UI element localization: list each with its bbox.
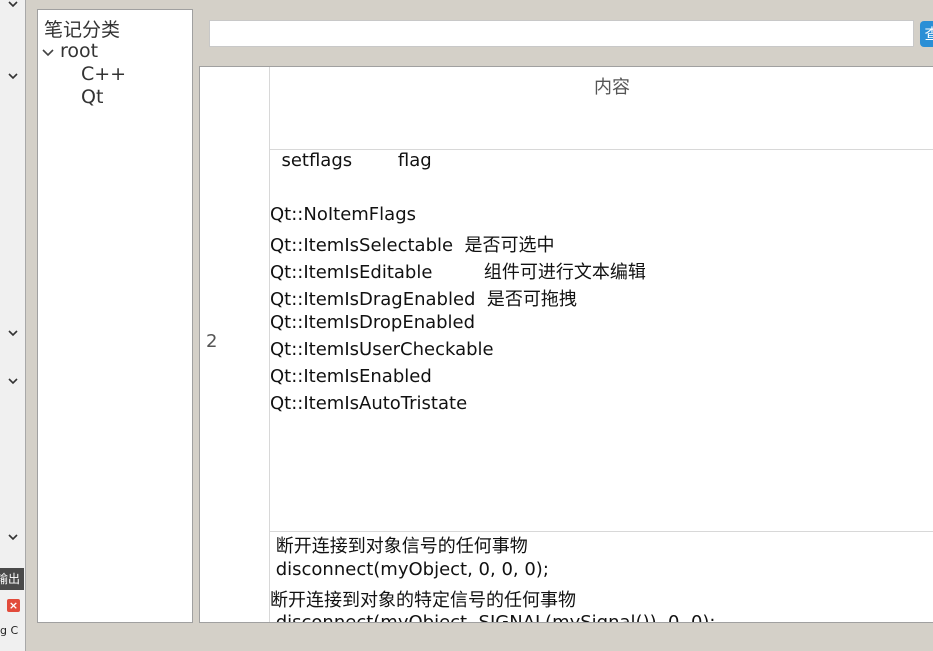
cell-line: Qt::NoItemFlags bbox=[270, 204, 416, 225]
table-cell-content[interactable]: 断开连接到对象信号的任何事物 disconnect(myObject, 0, 0… bbox=[270, 532, 933, 623]
search-input[interactable] bbox=[209, 20, 914, 47]
cell-line: disconnect(myObject, 0, 0, 0); bbox=[270, 559, 549, 580]
search-button[interactable]: 查 bbox=[920, 21, 933, 47]
output-tab-label: 输出 bbox=[0, 572, 21, 586]
chevron-down-icon[interactable] bbox=[6, 69, 20, 83]
category-tree[interactable]: 笔记分类 root C++ Qt bbox=[37, 9, 193, 623]
chevron-down-icon[interactable] bbox=[41, 45, 55, 59]
cell-line: Qt::ItemIsEnabled bbox=[270, 366, 432, 387]
notes-table[interactable]: 2 内容 setflags flag Qt::NoItemFlags Qt::I… bbox=[199, 66, 933, 623]
cell-line: Qt::ItemIsEditable 组件可进行文本编辑 bbox=[270, 262, 646, 283]
chevron-down-icon[interactable] bbox=[6, 374, 20, 388]
output-tab[interactable]: 输出 bbox=[0, 568, 24, 590]
tree-item-cpp[interactable]: C++ bbox=[81, 63, 126, 85]
cell-line: Qt::ItemIsDropEnabled bbox=[270, 312, 476, 333]
tree-item-qt[interactable]: Qt bbox=[81, 86, 103, 108]
close-glyph: × bbox=[8, 599, 19, 612]
chevron-down-icon[interactable] bbox=[6, 326, 20, 340]
cell-line: 断开连接到对象信号的任何事物 bbox=[270, 536, 528, 557]
status-bar bbox=[26, 623, 933, 651]
cell-line: setflags flag bbox=[270, 150, 432, 171]
column-header[interactable]: 内容 bbox=[270, 67, 933, 150]
cell-line: 断开连接到对象的特定信号的任何事物 bbox=[270, 590, 576, 611]
table-cell-content[interactable]: setflags flag Qt::NoItemFlags Qt::ItemIs… bbox=[270, 150, 933, 532]
cell-line: disconnect(myObject, SIGNAL(mySignal()),… bbox=[270, 612, 716, 623]
row-number[interactable]: 2 bbox=[206, 331, 217, 352]
cell-line: Qt::ItemIsAutoTristate bbox=[270, 393, 468, 414]
tree-item-root[interactable]: root bbox=[60, 40, 98, 62]
search-button-label: 查 bbox=[924, 25, 933, 43]
side-dock-strip: 输出 × g C bbox=[0, 0, 26, 651]
chevron-down-icon[interactable] bbox=[6, 530, 20, 544]
row-header-column: 2 bbox=[200, 67, 270, 622]
chevron-down-icon[interactable] bbox=[6, 0, 20, 11]
cell-line: Qt::ItemIsSelectable 是否可选中 bbox=[270, 235, 555, 256]
close-icon[interactable]: × bbox=[7, 599, 20, 612]
truncated-text: g C bbox=[0, 624, 19, 637]
tree-header: 笔记分类 bbox=[44, 19, 121, 41]
column-header-label: 内容 bbox=[594, 77, 630, 98]
app-window: 输出 × g C 笔记分类 root C++ Qt 查 2 内容 setflag… bbox=[0, 0, 933, 651]
cell-line: Qt::ItemIsDragEnabled 是否可拖拽 bbox=[270, 289, 577, 310]
cell-line: Qt::ItemIsUserCheckable bbox=[270, 339, 494, 360]
